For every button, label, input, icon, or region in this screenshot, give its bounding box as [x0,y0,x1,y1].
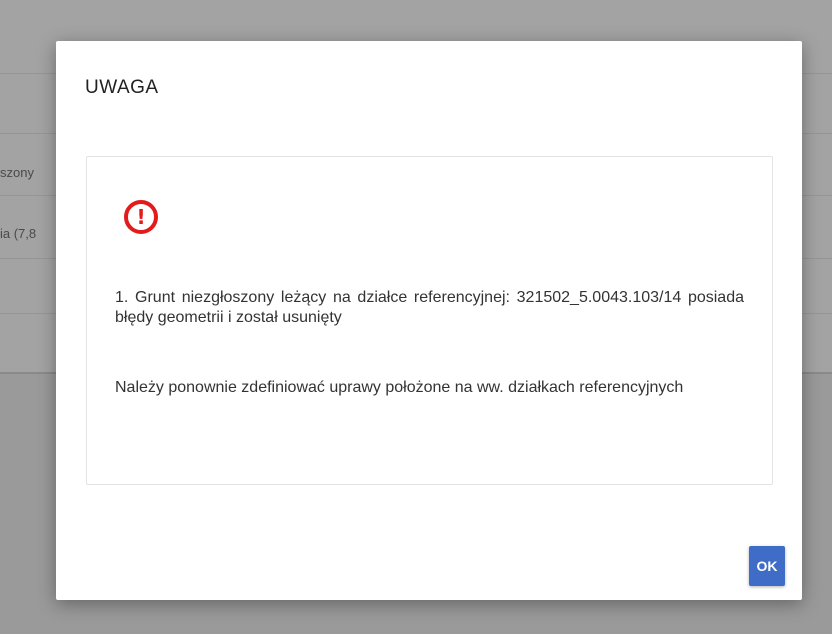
dialog-message-2: Należy ponownie zdefiniować uprawy położ… [115,379,684,396]
exclamation-circle-icon: ! [124,200,158,234]
screen: szony ia (7,8 UWAGA ! 1. Grunt niezgłosz… [0,0,832,634]
background-row-text: szony [0,165,34,180]
exclamation-mark: ! [136,205,146,229]
dialog-title: UWAGA [85,77,159,98]
warning-dialog: UWAGA ! 1. Grunt niezgłoszony leżący na … [56,41,802,600]
background-row-text: ia (7,8 [0,226,37,241]
ok-button[interactable]: OK [749,546,785,586]
dialog-content-box: ! 1. Grunt niezgłoszony leżący na działc… [86,156,773,485]
dialog-message-1: 1. Grunt niezgłoszony leżący na działce … [115,289,744,326]
